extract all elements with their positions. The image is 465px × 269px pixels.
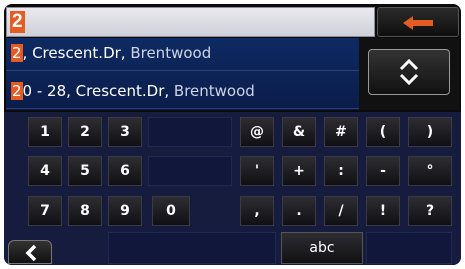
backspace-button[interactable]	[377, 7, 459, 37]
keypad-blank	[148, 156, 232, 186]
key-exclamation[interactable]: !	[366, 196, 400, 226]
keypad-blank	[148, 117, 232, 147]
result-item[interactable]: 2, Crescent.Dr, Brentwood	[6, 38, 359, 71]
keypad: 1 2 3 @ & # ( ) 4 5 6 ' + : - ° 7 8 9 0 …	[4, 112, 461, 265]
key-open-paren[interactable]: (	[366, 117, 400, 147]
key-comma[interactable]: ,	[240, 196, 274, 226]
search-text: 2	[10, 11, 25, 33]
back-button[interactable]	[8, 240, 52, 264]
key-9[interactable]: 9	[108, 196, 142, 226]
keypad-blank	[366, 232, 452, 264]
key-ampersand[interactable]: &	[282, 117, 316, 147]
key-5[interactable]: 5	[68, 156, 102, 186]
scroll-area	[359, 38, 459, 110]
key-2[interactable]: 2	[68, 117, 102, 147]
key-close-paren[interactable]: )	[408, 117, 452, 147]
scroll-button[interactable]	[368, 49, 450, 95]
key-7[interactable]: 7	[28, 196, 62, 226]
result-item[interactable]: 20 - 28, Crescent.Dr, Brentwood	[6, 76, 359, 109]
result-label: 2, Crescent.Dr, Brentwood	[11, 44, 212, 62]
abc-button[interactable]: abc	[281, 232, 363, 264]
key-plus[interactable]: +	[282, 156, 316, 186]
space-key[interactable]	[108, 232, 276, 264]
key-1[interactable]: 1	[28, 117, 62, 147]
search-input[interactable]: 2	[6, 7, 375, 37]
key-colon[interactable]: :	[324, 156, 358, 186]
key-at[interactable]: @	[240, 117, 274, 147]
key-6[interactable]: 6	[108, 156, 142, 186]
key-0[interactable]: 0	[152, 196, 190, 226]
key-period[interactable]: .	[282, 196, 316, 226]
results-list: 2, Crescent.Dr, Brentwood 20 - 28, Cresc…	[6, 38, 359, 110]
key-degree[interactable]: °	[408, 156, 452, 186]
keyboard-screen: 2 2, Crescent.Dr, Brentwood 20 - 28, Cre…	[4, 4, 461, 265]
key-8[interactable]: 8	[68, 196, 102, 226]
chevron-left-icon	[25, 244, 37, 262]
key-question[interactable]: ?	[408, 196, 452, 226]
key-3[interactable]: 3	[108, 117, 142, 147]
key-hash[interactable]: #	[324, 117, 358, 147]
left-arrow-icon	[403, 16, 433, 30]
key-slash[interactable]: /	[324, 196, 358, 226]
key-apostrophe[interactable]: '	[240, 156, 274, 186]
result-label: 20 - 28, Crescent.Dr, Brentwood	[11, 82, 255, 100]
key-minus[interactable]: -	[366, 156, 400, 186]
up-down-chevron-icon	[399, 58, 419, 86]
key-4[interactable]: 4	[28, 156, 62, 186]
